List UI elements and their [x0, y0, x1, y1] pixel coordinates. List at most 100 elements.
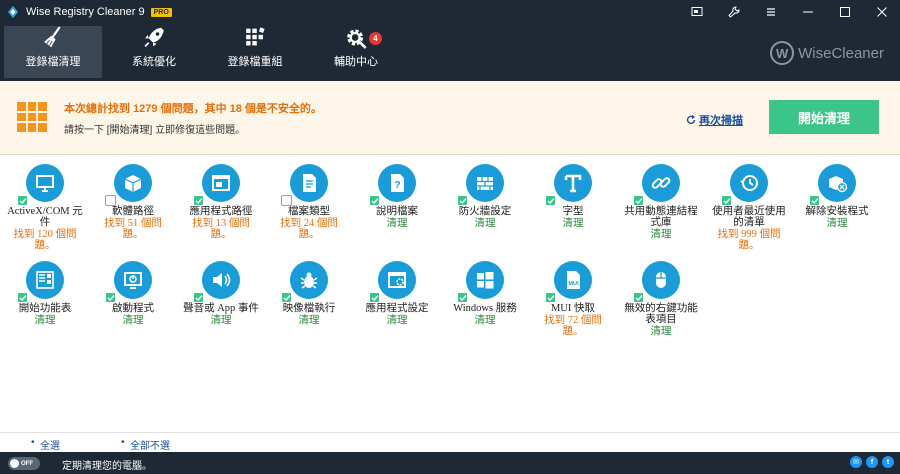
category-checkbox[interactable] [17, 292, 28, 303]
category-checkbox[interactable] [545, 195, 556, 206]
category-status[interactable]: 清理 [387, 218, 408, 229]
category-status[interactable]: 清理 [35, 315, 56, 326]
category-name: 共用動態連結程式庫 [624, 206, 698, 228]
category-icon-wrapper [105, 164, 152, 206]
category-status: 找到 24 個問題。 [280, 218, 338, 240]
tab-label: 登錄檔重組 [227, 56, 283, 68]
category-status[interactable]: 清理 [563, 218, 584, 229]
category-status[interactable]: 清理 [475, 218, 496, 229]
category-name: 應用程式設定 [365, 303, 429, 314]
category-item[interactable]: 映像檔執行 清理 [265, 261, 353, 326]
tab-help-center[interactable]: 輔助中心 4 [307, 26, 405, 78]
category-checkbox[interactable] [457, 195, 468, 206]
category-checkbox[interactable] [105, 292, 116, 303]
category-item[interactable]: 無效的右鍵功能表項目 清理 [617, 261, 705, 337]
category-item[interactable]: ActiveX/COM 元件 找到 120 個問題。 [1, 164, 89, 251]
category-item[interactable]: 應用程式路徑 找到 13 個問題。 [177, 164, 265, 240]
status-bar: OFF 定期清理您的電腦。 ✉ f t [0, 452, 900, 474]
category-status[interactable]: 清理 [827, 218, 848, 229]
category-item[interactable]: 防火牆設定 清理 [441, 164, 529, 229]
tab-system-tuneup[interactable]: 系統優化 [105, 26, 203, 78]
rescan-label: 再次掃描 [699, 115, 743, 127]
category-item[interactable]: 共用動態連結程式庫 清理 [617, 164, 705, 240]
start-clean-button[interactable]: 開始清理 [769, 100, 879, 134]
startup-icon [124, 272, 142, 289]
category-icon-wrapper [457, 164, 504, 206]
windows-icon [477, 272, 494, 289]
wisecleaner-brand[interactable]: W WiseCleaner [770, 41, 884, 65]
category-item[interactable]: ? 說明檔案 清理 [353, 164, 441, 229]
rescan-link[interactable]: 再次掃描 [686, 112, 743, 128]
select-all-link[interactable]: 全選 [40, 437, 60, 452]
email-icon[interactable]: ✉ [850, 456, 862, 468]
category-status[interactable]: 清理 [651, 326, 672, 337]
maximize-button[interactable] [826, 0, 863, 24]
category-item[interactable]: MUI MUI 快取 找到 72 個問題。 [529, 261, 617, 337]
category-status[interactable]: 清理 [475, 315, 496, 326]
tab-registry-defrag[interactable]: 登錄檔重組 [206, 26, 304, 78]
category-status[interactable]: 清理 [387, 315, 408, 326]
category-icon-wrapper [193, 261, 240, 303]
category-checkbox[interactable] [369, 195, 380, 206]
category-item[interactable]: Windows 服務 清理 [441, 261, 529, 326]
schedule-label: 定期清理您的電腦。 [62, 461, 152, 472]
checkmark-icon [19, 197, 27, 204]
display-mode-button[interactable] [678, 0, 715, 24]
schedule-toggle[interactable]: OFF [8, 457, 40, 470]
document-icon [303, 174, 316, 192]
category-item[interactable]: 軟體路徑 找到 51 個問題。 [89, 164, 177, 240]
category-name: 防火牆設定 [458, 206, 512, 217]
category-name: 軟體路徑 [112, 206, 154, 217]
tools-button[interactable] [715, 0, 752, 24]
rocket-icon [144, 27, 164, 47]
category-checkbox[interactable] [105, 195, 116, 206]
category-name: 開始功能表 [18, 303, 72, 314]
checkmark-icon [195, 294, 203, 301]
category-item[interactable]: 解除安裝程式 清理 [793, 164, 881, 229]
category-item[interactable]: 字型 清理 [529, 164, 617, 229]
category-checkbox[interactable] [809, 195, 820, 206]
checkmark-icon [283, 294, 291, 301]
category-checkbox[interactable] [281, 292, 292, 303]
category-item[interactable]: 使用者最近使用的清單 找到 999 個問題。 [705, 164, 793, 251]
category-checkbox[interactable] [193, 292, 204, 303]
category-status[interactable]: 清理 [651, 229, 672, 240]
category-checkbox[interactable] [193, 195, 204, 206]
bullet: • [121, 437, 125, 448]
checkmark-icon [635, 197, 643, 204]
minimize-button[interactable] [789, 0, 826, 24]
tab-registry-cleaner[interactable]: 登錄檔清理 [4, 26, 102, 78]
menu-button[interactable] [752, 0, 789, 24]
select-none-link[interactable]: 全部不選 [130, 437, 170, 452]
category-checkbox[interactable] [545, 292, 556, 303]
facebook-icon[interactable]: f [866, 456, 878, 468]
category-icon-wrapper [369, 261, 416, 303]
notification-badge: 4 [369, 32, 382, 45]
category-status[interactable]: 清理 [299, 315, 320, 326]
toggle-knob [10, 459, 19, 468]
category-checkbox[interactable] [281, 195, 292, 206]
history-icon [740, 175, 758, 191]
category-status[interactable]: 清理 [123, 315, 144, 326]
category-item[interactable]: 聲音或 App 事件 清理 [177, 261, 265, 326]
help-file-icon: ? [391, 174, 404, 192]
checkmark-icon [459, 294, 467, 301]
category-icon-wrapper [281, 164, 328, 206]
category-item[interactable]: 應用程式設定 清理 [353, 261, 441, 326]
category-name: 聲音或 App 事件 [183, 303, 259, 314]
twitter-icon[interactable]: t [882, 456, 894, 468]
close-button[interactable] [863, 0, 900, 24]
category-item[interactable]: 檔案類型 找到 24 個問題。 [265, 164, 353, 240]
category-icon-wrapper [105, 261, 152, 303]
category-checkbox[interactable] [369, 292, 380, 303]
category-checkbox[interactable] [721, 195, 732, 206]
category-item[interactable]: 啟動程式 清理 [89, 261, 177, 326]
category-checkbox[interactable] [633, 292, 644, 303]
category-checkbox[interactable] [17, 195, 28, 206]
category-item[interactable]: 開始功能表 清理 [1, 261, 89, 326]
menu-icon [766, 8, 775, 16]
category-status[interactable]: 清理 [211, 315, 232, 326]
category-checkbox[interactable] [633, 195, 644, 206]
category-checkbox[interactable] [457, 292, 468, 303]
font-icon [564, 174, 582, 193]
